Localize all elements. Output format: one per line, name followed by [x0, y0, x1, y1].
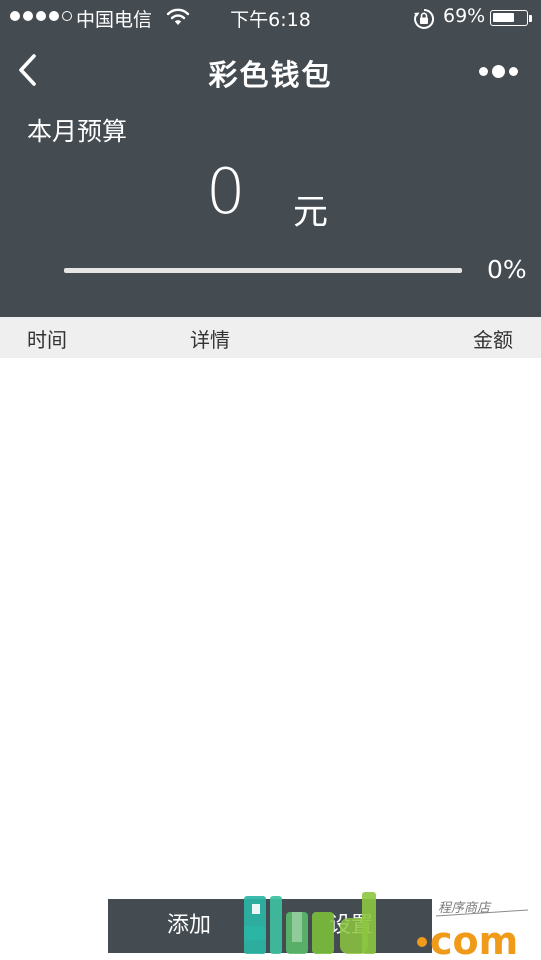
budget-percent: 0%	[487, 255, 527, 284]
column-header-detail: 详情	[190, 328, 230, 352]
budget-panel: 本月预算 0 元 0%	[0, 106, 541, 317]
watermark-brand-suffix: com	[430, 919, 518, 960]
battery-tip	[529, 15, 532, 22]
battery-percent: 69%	[443, 5, 486, 27]
watermark-tagline: 程序商店	[438, 901, 492, 916]
table-header: 时间 详情 金额	[0, 317, 541, 358]
column-header-amount: 金额	[473, 328, 513, 352]
status-bar: 中国电信 下午6:18 69%	[0, 0, 541, 36]
page-title: 彩色钱包	[208, 58, 333, 92]
budget-amount: 0	[206, 155, 246, 228]
budget-progress-bar	[64, 268, 462, 273]
nav-bar: 彩色钱包	[0, 36, 541, 106]
bottom-action-bar: 添加 设置	[108, 899, 432, 953]
add-button[interactable]: 添加	[108, 899, 270, 953]
budget-label: 本月预算	[27, 117, 128, 146]
settings-button[interactable]: 设置	[270, 899, 432, 953]
budget-unit: 元	[293, 193, 329, 233]
column-header-time: 时间	[27, 328, 67, 352]
transaction-list	[0, 358, 541, 898]
rotation-lock-icon	[413, 8, 435, 34]
battery-icon	[490, 10, 528, 26]
more-dots-icon[interactable]	[479, 65, 518, 78]
